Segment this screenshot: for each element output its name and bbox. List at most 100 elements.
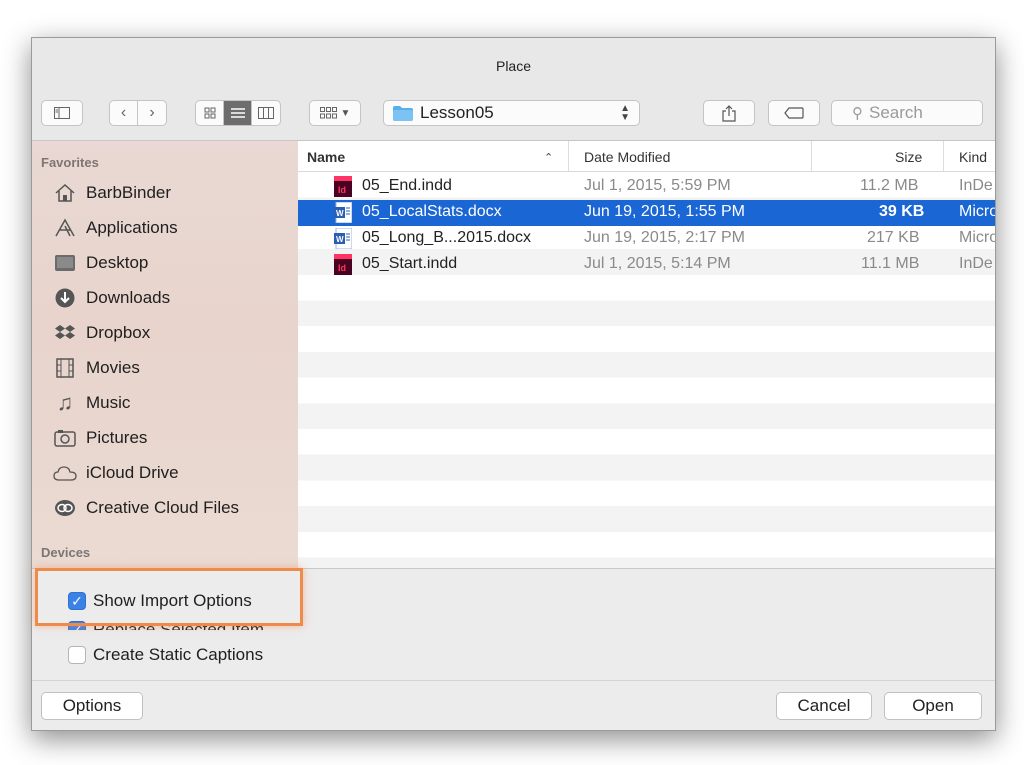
sidebar-item-label: iCloud Drive [86,463,179,482]
open-button[interactable]: Open [884,692,982,720]
file-date: Jul 1, 2015, 5:14 PM [584,255,731,272]
creative-cloud-icon [52,497,78,519]
column-view-button[interactable] [252,101,280,125]
file-row[interactable]: Id 05_Start.indd Jul 1, 2015, 5:14 PM 11… [298,252,995,278]
chevron-left-icon: ‹ [120,104,127,121]
downloads-icon [52,287,78,309]
svg-text:W: W [336,209,344,218]
file-size: 39 KB [879,203,925,220]
sidebar-item-desktop[interactable]: Desktop [52,248,148,278]
file-date: Jun 19, 2015, 1:55 PM [584,203,745,220]
column-kind[interactable]: Kind [959,149,987,165]
cancel-button[interactable]: Cancel [776,692,872,720]
share-icon [722,104,736,122]
checkbox-box [68,646,86,664]
column-divider [568,141,569,171]
file-row-selected[interactable]: W 05_LocalStats.docx Jun 19, 2015, 1:55 … [298,200,995,226]
file-size: 217 KB [867,229,920,246]
svg-text:W: W [336,235,344,244]
file-kind: InDe [959,255,993,272]
file-size: 11.2 MB [860,177,919,194]
favorites-heading: Favorites [41,155,99,170]
sidebar-item-dropbox[interactable]: Dropbox [52,318,150,348]
sidebar-item-label: Movies [86,358,140,377]
forward-button[interactable]: › [138,101,166,125]
devices-heading: Devices [41,545,91,560]
svg-text:Id: Id [338,185,346,195]
file-name: 05_Start.indd [362,255,458,272]
column-name[interactable]: Name [307,149,345,165]
sidebar-item-downloads[interactable]: Downloads [52,283,170,313]
sidebar-item-label: Creative Cloud Files [86,498,240,517]
indesign-file-icon: Id [334,254,352,275]
sidebar-item-movies[interactable]: Movies [52,353,140,383]
file-size: 11.1 MB [861,255,920,272]
location-label: Lesson05 [420,103,494,122]
back-button[interactable]: ‹ [110,101,138,125]
title-bar: Place [32,38,995,90]
file-date: Jul 1, 2015, 5:59 PM [584,177,731,194]
columns-icon [258,107,274,119]
dialog-footer: Options Cancel Open [32,680,995,730]
indesign-file-icon: Id [334,176,352,197]
create-static-captions-checkbox[interactable]: Create Static Captions [68,645,263,665]
search-icon: ⚲ [852,105,863,122]
grid-icon [204,107,215,119]
sidebar-item-label: Pictures [86,428,148,447]
arrange-menu-button[interactable]: ▼ [309,100,361,126]
file-list: Name ⌃ Date Modified Size Kind Id 05_End… [298,141,995,568]
view-mode-control [195,100,281,126]
sidebar-item-label: Applications [86,218,178,237]
sidebar-item-label: Desktop [86,253,149,272]
sidebar-item-label: Music [86,393,131,412]
toolbar: ‹ › ▼ Lesson05 ▲ ▼ ⚲ Search [32,90,995,141]
file-row[interactable]: W 05_Long_B...2015.docx Jun 19, 2015, 2:… [298,226,995,252]
word-file-icon: W [334,228,352,249]
applications-icon [52,217,78,239]
tag-button[interactable] [768,100,820,126]
checkbox-label: Create Static Captions [93,645,264,664]
chevron-down-icon: ▼ [340,107,351,119]
sidebar-item-label: Downloads [86,288,171,307]
desktop-icon [52,252,78,274]
search-field[interactable]: ⚲ Search [831,100,983,126]
sidebar-item-applications[interactable]: Applications [52,213,178,243]
home-icon [52,182,78,204]
sidebar-item-creative-cloud-files[interactable]: Creative Cloud Files [52,493,239,523]
column-divider [943,141,944,171]
file-row[interactable]: Id 05_End.indd Jul 1, 2015, 5:59 PM 11.2… [298,174,995,200]
dialog-title: Place [495,58,532,74]
column-size[interactable]: Size [895,149,922,165]
sidebar-item-barbbinder[interactable]: BarbBinder [52,178,171,208]
list-icon [230,108,245,118]
svg-text:Id: Id [338,263,346,273]
column-divider [811,141,812,171]
options-button[interactable]: Options [41,692,143,720]
back-forward-control: ‹ › [109,100,167,126]
arrange-icon [319,107,337,119]
sidebar-toggle-button[interactable] [41,100,83,126]
updown-arrows-icon: ▲ ▼ [620,103,630,123]
dropbox-icon [52,322,78,344]
pictures-icon [52,427,78,449]
search-placeholder: Search [869,103,923,122]
sidebar: Favorites BarbBinder Applications Deskto… [32,141,298,568]
file-kind: Micro [959,229,995,246]
file-kind: Micro [959,203,995,220]
folder-icon [393,105,413,121]
word-file-icon: W [334,202,352,223]
chevron-right-icon: › [149,104,155,121]
list-view-button[interactable] [224,101,252,125]
share-button[interactable] [703,100,755,126]
icon-view-button[interactable] [196,101,224,125]
file-name: 05_End.indd [362,177,452,194]
column-date-modified[interactable]: Date Modified [584,149,670,165]
file-name: 05_Long_B...2015.docx [362,229,532,246]
callout-highlight-box [35,568,303,626]
sidebar-icon [54,107,70,119]
location-popup[interactable]: Lesson05 ▲ ▼ [383,100,640,126]
sidebar-item-music[interactable]: ♫ Music [52,388,131,418]
sidebar-item-pictures[interactable]: Pictures [52,423,147,453]
movies-icon [52,357,78,379]
sidebar-item-icloud-drive[interactable]: iCloud Drive [52,458,179,488]
